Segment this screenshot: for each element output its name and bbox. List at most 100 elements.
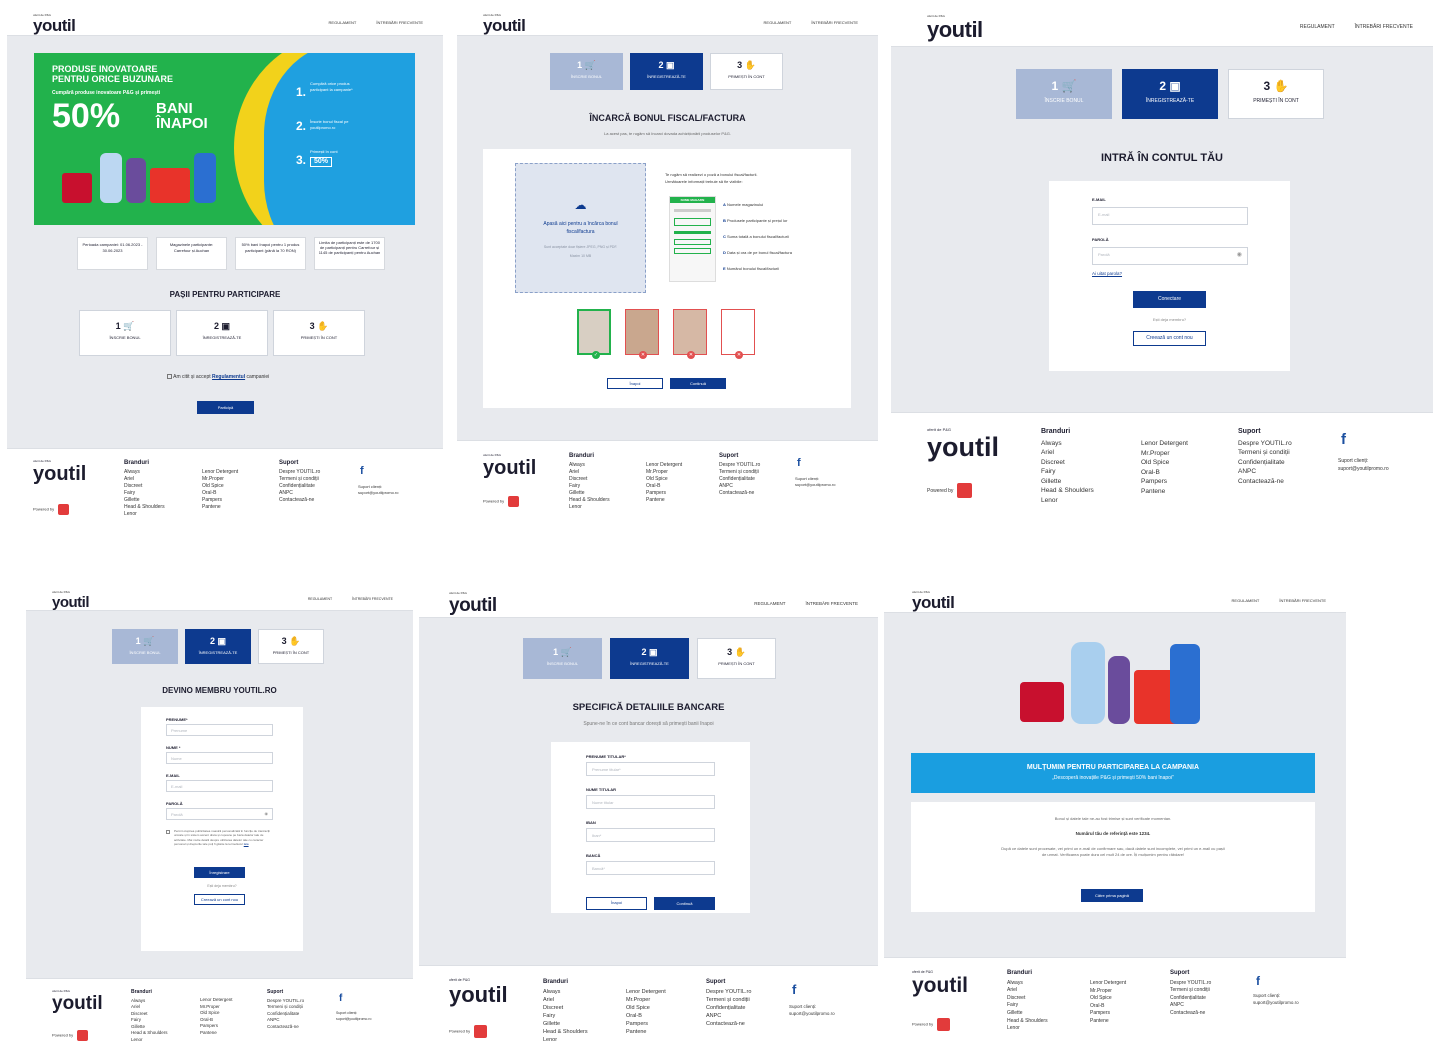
firstname-input[interactable]: Prenume — [166, 724, 273, 736]
hand-coin-icon: ✋ — [317, 321, 329, 331]
youtil-logo[interactable]: oferit de P&G youtil — [33, 13, 76, 35]
footer-logo[interactable]: oferit de P&G youtil — [483, 453, 536, 480]
eye-icon[interactable]: ◉ — [1237, 251, 1242, 258]
step-1: 1 🛒 ÎNSCRIE BONUL — [1016, 69, 1112, 119]
upload-instr2: Următoarele informații trebuie să fie vi… — [665, 179, 743, 184]
nav-regulament[interactable]: REGULAMENT — [1232, 598, 1260, 603]
holder-firstname-input[interactable]: Prenume titular* — [586, 762, 715, 776]
footer-logo[interactable]: oferit de P&G youtil — [52, 989, 103, 1015]
basket-icon: 🛒 — [123, 321, 135, 331]
footer-logo[interactable]: oferit de P&G youtil — [912, 970, 968, 998]
holder-lastname-input[interactable]: Nume titular — [586, 795, 715, 809]
already-member-text: Ești deja membru? — [207, 884, 237, 888]
continue-button[interactable]: Continuă — [670, 378, 726, 389]
powered-logo-icon — [957, 483, 973, 498]
hero-line2: PENTRU ORICE BUZUNARE — [52, 74, 174, 84]
youtil-logo[interactable]: oferit de P&G youtil — [52, 590, 90, 612]
sample-receipt: NUME MAGAZIN — [669, 196, 716, 282]
nav-regulament[interactable]: REGULAMENT — [754, 601, 785, 606]
step-2: 2 ▣ ÎNREGISTREAZĂ-TE — [176, 310, 268, 356]
holder-firstname-label: PRENUME TITULAR* — [586, 754, 626, 759]
eye-icon[interactable]: ◉ — [265, 811, 269, 816]
basket-icon: 🛒 — [560, 647, 572, 657]
create-account-button[interactable]: Creează un cont nou — [1133, 331, 1206, 346]
powered-by: Powered by — [52, 1030, 89, 1041]
iban-input[interactable]: Iban* — [586, 828, 715, 842]
panel-bank: oferit de P&G youtil REGULAMENT ÎNTREBĂRI … — [419, 588, 878, 1057]
hero-percent: 50% — [52, 97, 121, 135]
register-button[interactable]: Înregistrare — [194, 867, 245, 878]
lastname-input[interactable]: Nume — [166, 752, 273, 764]
agree-checkbox[interactable] — [167, 374, 172, 380]
brands-col1: Branduri Always Ariel Discreet Fairy Gillett… — [543, 979, 588, 1043]
nav-faq[interactable]: ÎNTREBĂRI FRECVENTE — [376, 20, 423, 25]
support-col: Suport Despre YOUTIL.ro Termeni și condiț… — [267, 989, 305, 1029]
brands-col1: Branduri Always Ariel Discreet Fairy Gillett… — [131, 989, 168, 1042]
email-input[interactable]: E-mail — [1092, 207, 1248, 225]
support-col: Suport Despre YOUTIL.ro Termeni și condiț… — [1170, 970, 1212, 1016]
participa-button[interactable]: Participă — [197, 401, 254, 414]
req-c: C Suma totală a bonului fiscal/facturii — [723, 234, 789, 239]
brands-col1: Branduri Always Ariel Discreet Fairy Gillett… — [124, 460, 165, 517]
password-input[interactable]: Parolă ◉ — [1092, 247, 1248, 265]
brands-col2: Lenor Detergent Mr.Proper Old Spice Oral-B P… — [200, 997, 233, 1035]
forgot-password-link[interactable]: Ai uitat parola? — [1092, 271, 1122, 276]
login-button[interactable]: Conectare — [1133, 291, 1206, 308]
reference-number: Numărul tău de referință este 1234. — [1075, 831, 1151, 836]
powered-logo-icon — [937, 1018, 951, 1031]
nav-regulament[interactable]: REGULAMENT — [308, 597, 332, 601]
nav-regulament[interactable]: REGULAMENT — [1300, 24, 1335, 30]
hero-step1: Cumpără orice produs participant la camp… — [310, 81, 353, 92]
footer-logo[interactable]: oferit de P&G youtil — [33, 459, 86, 486]
nav-regulament[interactable]: REGULAMENT — [329, 20, 357, 25]
youtil-logo[interactable]: oferit de P&G youtil — [927, 14, 983, 42]
footer-logo[interactable]: oferit de P&G youtil — [927, 427, 999, 463]
facebook-icon[interactable]: f — [360, 465, 364, 477]
hero-products — [62, 148, 222, 208]
facebook-icon[interactable]: f — [339, 993, 342, 1004]
home-button[interactable]: Către prima pagină — [1081, 889, 1143, 902]
youtil-logo[interactable]: oferit de P&G youtil — [449, 591, 497, 616]
hero-badge: 50% — [310, 157, 333, 167]
nav-faq[interactable]: ÎNTREBĂRI FRECVENTE — [1279, 598, 1326, 603]
hero-step2: Înscrie bonul fiscal pe youtilpromo.ro — [310, 119, 349, 130]
site-header: oferit de P&G youtil REGULAMENT ÎNTREBĂRI … — [26, 588, 413, 611]
powered-by: Powered by — [483, 496, 520, 507]
consent-link[interactable]: lata — [244, 842, 249, 846]
regulament-link[interactable]: Regulamentul — [212, 374, 245, 380]
support-contact: Suport clienți: suport@youtilpromo.ro — [358, 484, 399, 495]
dropzone[interactable]: ☁ Apasă aici pentru a încărca bonul fisc… — [515, 163, 646, 293]
hand-coin-icon: ✋ — [289, 636, 301, 646]
nav-faq[interactable]: ÎNTREBĂRI FRECVENTE — [352, 597, 393, 601]
upload-title: ÎNCARCĂ BONUL FISCAL/FACTURA — [589, 113, 746, 123]
powered-by: Powered by — [33, 504, 70, 515]
register-card: PRENUME* Prenume NUME * Nume E-MAIL E-ma… — [141, 707, 303, 951]
nav-regulament[interactable]: REGULAMENT — [764, 20, 792, 25]
x-icon: ✕ — [735, 351, 743, 359]
create-account-button[interactable]: Creează un cont nou — [194, 894, 245, 905]
password-input[interactable]: Parolă ◉ — [166, 808, 273, 820]
consent-checkbox[interactable] — [166, 830, 170, 834]
back-button[interactable]: Înapoi — [607, 378, 663, 389]
bank-input[interactable]: Bancă* — [586, 861, 715, 875]
facebook-icon[interactable]: f — [797, 457, 801, 469]
consent-text: Permit otopirea publicitatea noastră per… — [174, 829, 270, 847]
footer-logo[interactable]: oferit de P&G youtil — [449, 978, 508, 1008]
password-label: PAROLĂ — [1092, 237, 1109, 242]
email-input[interactable]: E-mail — [166, 780, 273, 792]
nav-faq[interactable]: ÎNTREBĂRI FRECVENTE — [1355, 24, 1413, 30]
support-contact: Suport clienți: suport@youtilpromo.ro — [336, 1011, 372, 1021]
upload-cloud-icon: ☁ — [574, 198, 587, 212]
nav-faq[interactable]: ÎNTREBĂRI FRECVENTE — [811, 20, 858, 25]
back-button[interactable]: Înapoi — [586, 897, 647, 910]
facebook-icon[interactable]: f — [792, 982, 796, 997]
nav-faq[interactable]: ÎNTREBĂRI FRECVENTE — [805, 601, 858, 606]
facebook-icon[interactable]: f — [1256, 974, 1260, 988]
support-contact: Suport clienți: suport@youtilpromo.ro — [795, 476, 836, 487]
continue-button[interactable]: Continuă — [654, 897, 715, 910]
products-image — [1016, 634, 1206, 734]
youtil-logo[interactable]: oferit de P&G youtil — [483, 13, 526, 35]
support-contact: Suport clienți: suport@youtilpromo.ro — [789, 1004, 835, 1016]
youtil-logo[interactable]: oferit de P&G youtil — [912, 590, 955, 612]
facebook-icon[interactable]: f — [1341, 431, 1346, 448]
